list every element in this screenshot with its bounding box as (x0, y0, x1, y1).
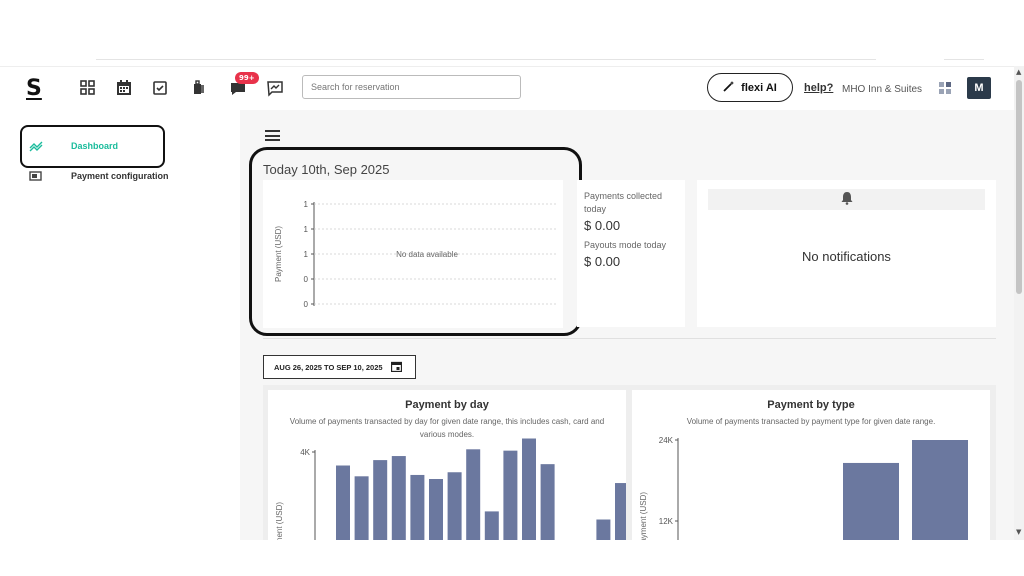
calendar-icon[interactable] (115, 79, 133, 97)
payment-config-icon (29, 170, 43, 182)
y-axis-label: Payment (USD) (275, 502, 284, 540)
calendar-check-icon[interactable] (151, 79, 169, 97)
calendar-icon (390, 361, 402, 374)
page-scrollbar[interactable]: ▲ ▼ (1014, 66, 1024, 540)
search-input[interactable] (302, 75, 521, 99)
bell-icon[interactable] (840, 190, 854, 209)
hotel-name[interactable]: MHO Inn & Suites (842, 84, 922, 95)
notification-count-badge: 99+ (235, 72, 259, 84)
flexi-ai-label: flexi AI (741, 81, 777, 94)
date-range-label: AUG 26, 2025 TO SEP 10, 2025 (274, 362, 383, 372)
sidebar-item-payment-configuration[interactable]: Payment configuration (29, 170, 169, 182)
bar (391, 456, 406, 540)
y-axis-label: Payment (USD) (639, 492, 648, 540)
magic-wand-icon (723, 80, 735, 95)
payouts-label: Payouts mode today (584, 240, 667, 250)
scroll-thumb[interactable] (1016, 80, 1022, 294)
bar (912, 440, 968, 540)
payouts-value: $ 0.00 (584, 254, 621, 269)
y-tick-label: 12K (659, 517, 674, 526)
section-divider (263, 338, 996, 339)
bar (522, 438, 536, 540)
payment-by-type-card: Payment by type Volume of payments trans… (632, 390, 990, 540)
payment-by-day-chart: 4K Payment (USD) (275, 438, 626, 540)
bar (447, 472, 462, 540)
apps-grid-icon[interactable] (939, 82, 951, 94)
sidebar-item-label: Payment configuration (71, 171, 169, 181)
top-navbar: S flexi AI help? MHO Inn & Suites (0, 66, 1014, 110)
date-range-picker[interactable]: AUG 26, 2025 TO SEP 10, 2025 (263, 355, 416, 379)
sidebar-item-dashboard[interactable]: Dashboard (29, 140, 118, 152)
top-divider (96, 59, 876, 60)
payment-by-type-chart: 24K 12K Payment (USD) (639, 436, 968, 540)
sidebar-item-label: Dashboard (71, 141, 119, 151)
bar (354, 476, 369, 540)
user-avatar[interactable]: M (967, 77, 991, 99)
grid-view-icon[interactable] (79, 79, 97, 97)
scroll-up-arrow[interactable]: ▲ (1016, 68, 1021, 76)
app-logo[interactable]: S (26, 76, 42, 101)
today-highlight-box (249, 147, 582, 336)
top-strip (0, 0, 1024, 66)
bar (503, 450, 518, 540)
bar (410, 474, 425, 540)
payments-collected-value: $ 0.00 (584, 218, 621, 233)
bar (373, 460, 388, 540)
bar (484, 511, 499, 540)
bar (466, 449, 481, 540)
no-notifications-text: No notifications (802, 249, 891, 264)
scroll-down-arrow[interactable]: ▼ (1016, 528, 1021, 536)
bar (336, 465, 350, 540)
chart-message-icon[interactable] (266, 79, 284, 97)
menu-toggle-icon[interactable] (265, 130, 280, 141)
payments-collected-label: Payments collected today (584, 191, 663, 214)
y-tick-label: 4K (300, 448, 310, 457)
payment-by-day-card: Payment by day Volume of payments transa… (268, 390, 626, 540)
notifications-header (708, 189, 985, 210)
bar (615, 483, 626, 540)
app-page: S flexi AI help? MHO Inn & Suites (0, 0, 1024, 576)
luggage-icon[interactable] (189, 79, 207, 97)
bar (596, 519, 611, 540)
dashboard-icon (29, 140, 43, 152)
bar (843, 462, 899, 540)
help-link[interactable]: help? (804, 82, 833, 94)
y-tick-label: 24K (659, 436, 674, 445)
flexi-ai-button[interactable]: flexi AI (707, 73, 793, 102)
bar (540, 464, 555, 540)
bar (429, 479, 443, 540)
top-divider-right (944, 59, 984, 60)
